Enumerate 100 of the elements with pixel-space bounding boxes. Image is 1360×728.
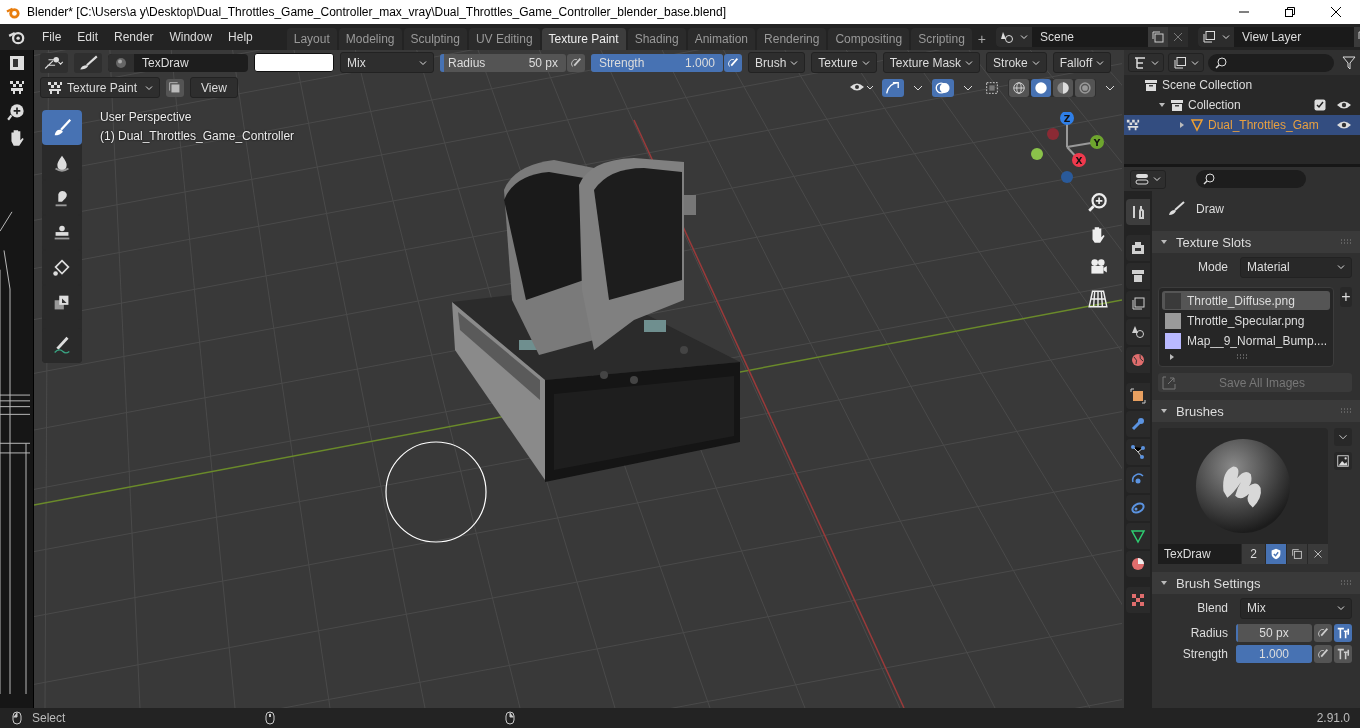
search-field[interactable]	[1196, 170, 1306, 188]
square-icon[interactable]	[166, 78, 185, 97]
view-layer-selector[interactable]	[1198, 27, 1234, 47]
workspace-tab[interactable]: Shading	[627, 28, 686, 50]
popover-menu[interactable]: Texture	[811, 52, 877, 73]
properties-tab[interactable]	[1126, 523, 1150, 549]
menu-item[interactable]: Window	[161, 27, 221, 47]
workspace-tab[interactable]: Compositing	[828, 28, 910, 50]
blend-dropdown[interactable]: Mix	[1240, 597, 1352, 619]
image-tool-icon[interactable]	[7, 54, 26, 72]
maximize-icon[interactable]	[1284, 6, 1296, 18]
zoom-icon[interactable]	[6, 102, 27, 122]
chevron-down-icon[interactable]	[1334, 428, 1352, 446]
drag-handle-icon[interactable]	[1340, 580, 1352, 586]
pen-pressure-icon[interactable]	[567, 53, 585, 72]
grid-icon[interactable]	[1087, 288, 1109, 310]
workspace-tab[interactable]: Sculpting	[403, 28, 467, 50]
workspace-tab[interactable]: Scripting	[911, 28, 972, 50]
drag-handle-icon[interactable]	[1340, 408, 1352, 414]
properties-tab[interactable]	[1126, 551, 1150, 577]
shading-mode-button[interactable]	[1009, 78, 1029, 97]
menu-item[interactable]: Render	[106, 27, 162, 47]
disclosure-triangle-icon[interactable]	[1158, 101, 1166, 109]
disclosure-triangle-icon[interactable]	[1178, 121, 1186, 129]
workspace-tab[interactable]: Modeling	[338, 28, 402, 50]
zoom-icon[interactable]	[1087, 192, 1109, 214]
popover-menu[interactable]: Falloff	[1052, 52, 1112, 73]
blend-dropdown[interactable]: Mix	[340, 52, 434, 73]
expand-triangle-icon[interactable]	[1168, 353, 1176, 361]
pen-pressure-icon[interactable]	[1314, 623, 1332, 642]
outliner-row[interactable]: Scene Collection	[1124, 75, 1360, 95]
checkbox[interactable]	[1314, 99, 1326, 111]
editor-type-dropdown[interactable]	[1130, 169, 1166, 189]
copy-icon[interactable]	[1287, 544, 1307, 564]
view-menu[interactable]: View	[190, 77, 238, 98]
strength-slider[interactable]: 1.000	[1236, 644, 1312, 663]
shield-check-icon[interactable]	[1266, 544, 1286, 564]
add-slot-button[interactable]: +	[1340, 287, 1352, 307]
strength-slider[interactable]: Strength 1.000	[591, 53, 723, 72]
workspace-tab[interactable]: Layout	[286, 28, 337, 50]
radius-slider[interactable]: Radius 50 px	[440, 53, 566, 72]
brush-lock-icon[interactable]	[1334, 623, 1352, 642]
filter-layer-dropdown[interactable]	[1168, 53, 1204, 72]
display-mode-dropdown[interactable]	[1128, 53, 1164, 72]
search-field[interactable]	[1208, 53, 1334, 72]
panel-header[interactable]: Texture Slots	[1152, 231, 1360, 253]
copy-icon[interactable]	[1148, 27, 1168, 47]
overlay-toggle-icon[interactable]	[932, 78, 954, 97]
resize-grip-icon[interactable]	[1236, 354, 1248, 360]
user-count[interactable]: 2	[1242, 544, 1265, 564]
popover-menu[interactable]: Brush	[748, 52, 806, 73]
workspace-tab[interactable]: Texture Paint	[541, 28, 626, 50]
add-workspace-button[interactable]: +	[973, 28, 990, 50]
drag-handle-icon[interactable]	[1340, 239, 1352, 245]
image-icon[interactable]	[1334, 452, 1352, 470]
properties-tab[interactable]	[1126, 235, 1150, 261]
radius-slider[interactable]: 50 px	[1236, 623, 1312, 642]
shading-mode-button[interactable]	[1053, 78, 1073, 97]
workspace-tab[interactable]: Animation	[687, 28, 756, 50]
checker-icon[interactable]	[7, 78, 26, 96]
properties-tab[interactable]	[1126, 199, 1150, 225]
brush-color-swatch[interactable]	[254, 53, 334, 72]
filter-icon[interactable]	[1342, 55, 1356, 70]
panel-title: Brushes	[1176, 403, 1224, 419]
outliner-row[interactable]: Dual_Throttles_Gam	[1124, 115, 1360, 135]
properties-tab[interactable]	[1126, 439, 1150, 465]
properties-tab[interactable]	[1126, 383, 1150, 409]
brush-lock-icon[interactable]	[1334, 644, 1352, 663]
menu-item[interactable]: Help	[220, 27, 261, 47]
shading-mode-button[interactable]	[1031, 78, 1051, 97]
workspace-tab[interactable]: UV Editing	[468, 28, 540, 50]
tool-pin-icon[interactable]	[40, 52, 68, 73]
scene-selector[interactable]	[996, 27, 1032, 47]
outliner-row[interactable]: Collection	[1124, 95, 1360, 115]
eye-icon[interactable]	[1336, 99, 1352, 111]
popover-menu[interactable]: Stroke	[986, 52, 1047, 73]
navigation-gizmo[interactable]: Z Y X	[1029, 112, 1109, 192]
panel-header[interactable]: Brushes	[1152, 400, 1360, 422]
pen-pressure-icon[interactable]	[1314, 644, 1332, 663]
close-icon[interactable]	[1330, 6, 1342, 18]
texture-slot[interactable]: Throttle_Diffuse.png	[1162, 291, 1331, 310]
properties-tab[interactable]	[1126, 263, 1150, 289]
gizmo-toggle-icon[interactable]	[882, 78, 905, 97]
tool-button[interactable]	[42, 110, 82, 145]
workspace-tab[interactable]: Rendering	[757, 28, 827, 50]
brush-name-field[interactable]: TexDraw	[1158, 544, 1242, 564]
caret-icon	[965, 58, 974, 67]
close-icon[interactable]	[1308, 544, 1328, 564]
paintbrush-icon[interactable]	[74, 52, 102, 73]
texture-slot[interactable]: Map__9_Normal_Bump....	[1162, 331, 1331, 350]
menu-item[interactable]: Edit	[69, 27, 107, 47]
menu-item[interactable]: File	[34, 27, 70, 47]
eye-icon[interactable]	[1336, 119, 1352, 131]
properties-tab[interactable]	[1126, 319, 1150, 345]
panel-header[interactable]: Brush Settings	[1152, 572, 1360, 594]
mode-dropdown[interactable]: Texture Paint	[40, 77, 161, 98]
pen-pressure-icon[interactable]	[724, 53, 742, 72]
texture-slot[interactable]: Throttle_Specular.png	[1162, 311, 1331, 330]
mode-dropdown[interactable]: Material	[1240, 256, 1352, 278]
popover-menu[interactable]: Texture Mask	[882, 52, 981, 73]
